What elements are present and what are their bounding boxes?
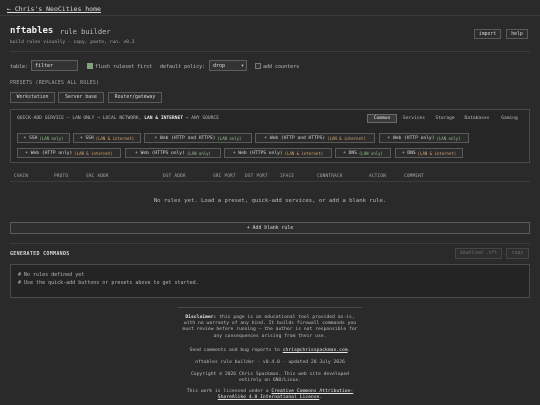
policy-label: default policy: — [160, 64, 206, 70]
download-button[interactable]: download .nft — [455, 248, 502, 259]
header-divider — [10, 51, 530, 52]
column-header-comment: COMMENT — [404, 174, 424, 179]
add-https-lan-button[interactable]: + Web (HTTPS only) (LAN only) — [125, 148, 221, 158]
import-button[interactable]: import — [474, 29, 501, 39]
table-label: table: — [10, 64, 29, 70]
quick-add-heading: QUICK-ADD SERVICE — LAN ONLY → LOCAL NET… — [17, 116, 219, 121]
page-subtitle: rule builder — [60, 28, 111, 36]
column-header-proto: PROTO — [54, 174, 69, 179]
add-dns-inet-button[interactable]: + DNS (LAN & internet) — [395, 148, 463, 158]
code-line: # No rules defined yet — [18, 272, 85, 278]
flush-checkbox[interactable] — [87, 63, 93, 69]
tagline: build rules visually · copy, paste, run.… — [10, 40, 135, 45]
disclaimer: Disclaimer: this page is an educational … — [182, 315, 358, 339]
column-header-src-addr: SRC ADDR — [86, 174, 109, 179]
copyright-line: Copyright © 2026 Chris Spackman. This we… — [190, 372, 350, 384]
page-title: nftables — [10, 26, 54, 36]
add-dns-lan-button[interactable]: + DNS (LAN only) — [335, 148, 391, 158]
column-header-dst-addr: DST ADDR — [163, 174, 186, 179]
chevron-down-icon: ▾ — [240, 62, 244, 69]
version-line: nftables rule builder · v0.4.0 · updated… — [195, 360, 345, 365]
tab-storage[interactable]: Storage — [432, 114, 458, 123]
counters-checkbox[interactable] — [255, 63, 261, 69]
preset-workstation-button[interactable]: Workstation — [10, 92, 55, 103]
copy-button[interactable]: copy — [506, 248, 529, 259]
tab-common[interactable]: Common — [367, 114, 397, 123]
section-divider — [10, 243, 530, 244]
footer-divider — [178, 307, 362, 308]
license-line: This work is licensed under a Creative C… — [186, 389, 354, 401]
counters-label: add counters — [263, 64, 300, 70]
column-header-src-port: SRC PORT — [213, 174, 236, 179]
presets-heading: PRESETS (REPLACES ALL RULES) — [10, 81, 100, 86]
column-header-iface: IFACE — [280, 174, 295, 179]
add-blank-rule-button[interactable]: + Add blank rule — [10, 222, 530, 234]
help-button[interactable]: help — [506, 29, 528, 39]
policy-value: drop — [213, 62, 226, 69]
license-link[interactable]: Creative Commons Attribution- — [271, 389, 353, 394]
contact-email-link[interactable]: chris@chrisspackman.com — [283, 348, 348, 353]
home-link[interactable]: ← Chris's NeoCities home — [7, 5, 101, 13]
empty-rules-message: No rules yet. Load a preset, quick-add s… — [153, 198, 387, 204]
add-http-lan-button[interactable]: + Web (HTTP only) (LAN only) — [379, 133, 469, 143]
add-http-inet-button[interactable]: + Web (HTTP only) (LAN & internet) — [17, 148, 121, 158]
tab-services[interactable]: Services — [400, 114, 428, 123]
table-input[interactable] — [31, 60, 78, 71]
license-link[interactable]: ShareAlike 4.0 International License — [218, 395, 320, 400]
policy-select[interactable]: drop ▾ — [209, 60, 247, 71]
add-ssh-inet-button[interactable]: + SSH (LAN & internet) — [73, 133, 141, 143]
column-header-chain: CHAIN — [14, 174, 29, 179]
preset-router-button[interactable]: Router/gateway — [108, 92, 162, 103]
column-header-conntrack: CONNTRACK — [317, 174, 343, 179]
table-header-divider — [10, 181, 530, 182]
column-header-dst-port: DST PORT — [245, 174, 268, 179]
code-line: # Use the quick-add buttons or presets a… — [18, 280, 199, 286]
flush-label: flush ruleset first — [95, 64, 153, 70]
add-https-inet-button[interactable]: + Web (HTTPS only) (LAN & internet) — [224, 148, 332, 158]
tab-databases[interactable]: Databases — [462, 114, 492, 123]
column-header-action: ACTION — [369, 174, 387, 179]
preset-server-button[interactable]: Server base — [58, 92, 104, 103]
tab-gaming[interactable]: Gaming — [497, 114, 522, 123]
contact-line: Send comments and bug reports to chris@c… — [189, 348, 351, 353]
add-web-lan-button[interactable]: + Web (HTTP and HTTPS) (LAN only) — [144, 133, 252, 143]
generated-heading: GENERATED COMMANDS — [10, 251, 70, 257]
add-ssh-lan-button[interactable]: + SSH (LAN only) — [17, 133, 70, 143]
add-web-inet-button[interactable]: + Web (HTTP and HTTPS) (LAN & internet) — [255, 133, 375, 143]
top-divider — [0, 15, 540, 16]
